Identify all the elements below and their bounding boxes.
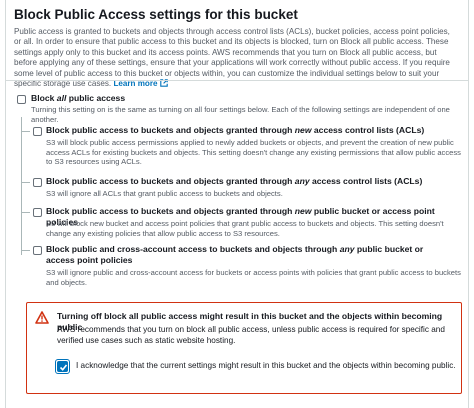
label-text: Block public access to buckets and objec… — [46, 176, 295, 186]
description-text: Public access is granted to buckets and … — [14, 27, 450, 89]
label-text: Block public access to buckets and objec… — [46, 206, 295, 216]
label-emphasis: any — [339, 244, 355, 254]
tree-branch — [21, 250, 30, 251]
block-new-policies-description: S3 will block new bucket and access poin… — [46, 219, 444, 238]
label-emphasis: new — [294, 206, 312, 216]
block-new-acls-description: S3 will block public access permissions … — [46, 138, 461, 167]
label-text: access control lists (ACLs) — [309, 176, 423, 186]
block-all-checkbox[interactable] — [17, 95, 26, 104]
block-any-policies-label: Block public and cross-account access to… — [46, 244, 451, 266]
label-text: Block — [31, 93, 57, 103]
public-access-warning: Turning off block all public access migh… — [26, 302, 462, 394]
block-all-label: Block all public access — [31, 93, 451, 104]
block-any-acls-checkbox[interactable] — [33, 178, 42, 187]
acknowledge-label: I acknowledge that the current settings … — [76, 361, 456, 370]
label-emphasis: any — [294, 176, 310, 186]
block-all-description: Turning this setting on is the same as t… — [31, 105, 450, 124]
tree-branch — [21, 182, 30, 183]
block-any-acls-description: S3 will ignore all ACLs that grant publi… — [46, 189, 283, 198]
divider — [6, 80, 468, 81]
block-new-policies-checkbox[interactable] — [33, 208, 42, 217]
block-new-acls-label: Block public access to buckets and objec… — [46, 125, 462, 136]
checkmark-icon — [59, 364, 68, 371]
block-any-policies-checkbox[interactable] — [33, 246, 42, 255]
tree-branch — [21, 212, 30, 213]
label-text: Block public access to buckets and objec… — [46, 125, 295, 135]
warning-description: AWS recommends that you turn on block al… — [57, 325, 445, 345]
tree-line — [21, 117, 22, 255]
label-text: public access — [66, 93, 126, 103]
panel-header: Block Public Access settings for this bu… — [14, 6, 458, 89]
block-new-acls-checkbox[interactable] — [33, 127, 42, 136]
block-any-policies-description: S3 will ignore public and cross-account … — [46, 268, 461, 287]
block-any-acls-label: Block public access to buckets and objec… — [46, 176, 462, 187]
label-text: Block public and cross-account access to… — [46, 244, 340, 254]
label-emphasis: new — [294, 125, 312, 135]
acknowledge-checkbox[interactable] — [57, 361, 68, 372]
tree-branch — [21, 131, 30, 132]
warning-icon — [35, 311, 49, 324]
label-text: access control lists (ACLs) — [311, 125, 425, 135]
label-emphasis: all — [56, 93, 67, 103]
page-title: Block Public Access settings for this bu… — [14, 7, 298, 22]
